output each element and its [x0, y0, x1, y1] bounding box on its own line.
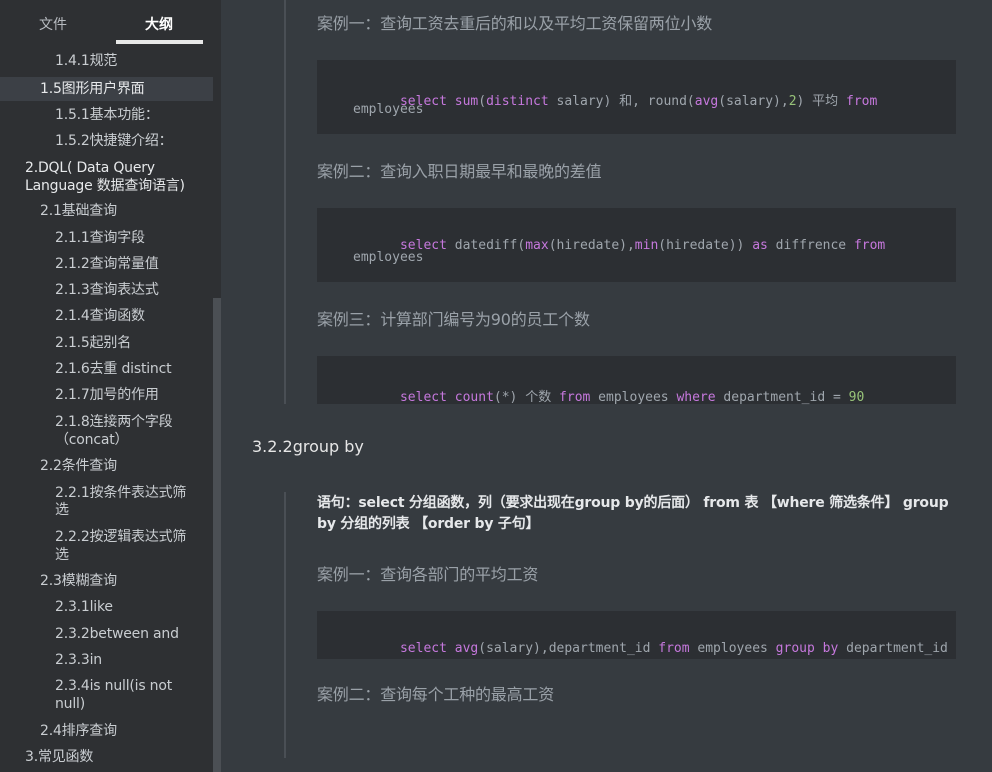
code-token: from	[658, 641, 690, 656]
code-token: distinct	[486, 94, 549, 109]
sidebar-tabs: 文件 大纲	[0, 0, 221, 48]
code-token: employees	[590, 390, 677, 405]
code-token: diffrence	[767, 238, 854, 253]
code-token: (	[478, 94, 487, 109]
code-token: min	[634, 238, 659, 253]
outline-item[interactable]: 1.5.1基本功能：	[55, 106, 159, 124]
code-token: from	[853, 238, 886, 253]
case-title: 案例二：查询每个工种的最高工资	[317, 685, 555, 704]
outline-item[interactable]: 2.3.3in	[55, 651, 102, 669]
outline-item[interactable]: 1.4.1规范	[55, 52, 117, 70]
code-token: from	[846, 94, 878, 109]
outline-item[interactable]: Language 数据查询语言)	[25, 177, 185, 195]
outline-item[interactable]: 2.3.2between and	[55, 625, 179, 643]
tab-outline[interactable]: 大纲	[145, 14, 173, 34]
code-line: employees	[353, 102, 424, 117]
outline-item[interactable]: 2.1基础查询	[40, 202, 117, 220]
outline-item-active[interactable]: 1.5图形用户界面	[40, 80, 145, 98]
case-title: 案例三：计算部门编号为90的员工个数	[317, 310, 590, 329]
code-token: group	[775, 641, 815, 656]
case-title: 案例一：查询工资去重后的和以及平均工资保留两位小数	[317, 14, 713, 33]
code-token: as	[752, 238, 768, 253]
scrollbar-thumb[interactable]	[213, 298, 221, 772]
code-token: by	[822, 641, 839, 656]
document-content: 案例一：查询工资去重后的和以及平均工资保留两位小数 select sum(dis…	[221, 0, 992, 772]
outline-item[interactable]: 2.1.1查询字段	[55, 229, 145, 247]
outline-item[interactable]: 1.5.2快捷键介绍：	[55, 132, 173, 150]
code-block[interactable]: select sum(distinct salary) 和, round(avg…	[317, 60, 956, 134]
code-token: sum	[454, 94, 479, 109]
code-line: employees	[353, 250, 424, 265]
code-token: (*) 个数	[493, 390, 560, 405]
syntax-statement: 语句：select 分组函数，列（要求出现在group by的后面） from …	[317, 495, 949, 532]
outline-item[interactable]: 2.1.2查询常量值	[55, 255, 159, 273]
outline-item[interactable]: 2.1.3查询表达式	[55, 281, 159, 299]
outline-item[interactable]: 选	[55, 501, 69, 519]
outline-item[interactable]: 2.2条件查询	[40, 457, 117, 475]
code-token: employees	[689, 641, 776, 656]
code-block[interactable]: select avg(salary),department_id from em…	[317, 611, 956, 659]
code-token: (hiredate))	[658, 238, 753, 253]
outline-item[interactable]: 2.DQL( Data Query	[25, 159, 155, 177]
code-token: (salary),department_id	[478, 641, 659, 656]
code-token: select	[399, 641, 447, 656]
code-token: department_id =	[715, 390, 849, 405]
outline-item[interactable]: 2.1.8连接两个字段	[55, 413, 173, 431]
code-token: ) 平均	[796, 94, 847, 109]
outline-item[interactable]: 2.3.1like	[55, 598, 113, 616]
outline-item[interactable]: 2.4排序查询	[40, 722, 117, 740]
code-token: avg	[454, 641, 479, 656]
outline-item[interactable]: 2.1.6去重 distinct	[55, 360, 172, 378]
outline-item[interactable]: 选	[55, 546, 69, 564]
section-heading: 3.2.2group by	[252, 437, 364, 456]
blockquote-bar	[284, 0, 286, 404]
code-token: select	[399, 390, 447, 405]
outline-item[interactable]: 2.2.2按逻辑表达式筛	[55, 528, 186, 546]
code-token: datediff(	[446, 238, 526, 253]
outline-item[interactable]: 2.3模糊查询	[40, 572, 117, 590]
outline-item[interactable]: 2.1.5起别名	[55, 334, 131, 352]
outline-item[interactable]: null)	[55, 695, 85, 713]
case-title: 案例二：查询入职日期最早和最晚的差值	[317, 162, 602, 181]
code-token: salary) 和, round(	[548, 94, 695, 109]
code-token: (hiredate),	[548, 238, 635, 253]
code-token: from	[559, 390, 591, 405]
code-token: 90	[848, 390, 865, 405]
active-tab-indicator	[116, 40, 203, 44]
case-title: 案例一：查询各部门的平均工资	[317, 565, 539, 584]
outline-item[interactable]: （concat）	[55, 431, 129, 449]
code-token: max	[525, 238, 549, 253]
outline-item[interactable]: 2.2.1按条件表达式筛	[55, 484, 186, 502]
code-block[interactable]: select datediff(max(hiredate),min(hireda…	[317, 208, 956, 282]
code-token: avg	[694, 94, 719, 109]
code-token: count	[454, 390, 494, 405]
tab-file[interactable]: 文件	[39, 14, 67, 34]
code-block[interactable]: select count(*) 个数 from employees where …	[317, 356, 956, 405]
code-token: where	[676, 390, 716, 405]
code-token: department_id	[838, 641, 948, 656]
outline-item[interactable]: 3.常见函数	[25, 748, 93, 766]
outline-item[interactable]: 2.1.7加号的作用	[55, 386, 159, 404]
blockquote-bar	[284, 492, 286, 758]
outline-item[interactable]: 2.3.4is null(is not	[55, 677, 172, 695]
outline-sidebar: 文件 大纲 1.4.1规范 1.5图形用户界面 1.5.1基本功能： 1.5.2…	[0, 0, 221, 772]
outline-item[interactable]: 2.1.4查询函数	[55, 307, 145, 325]
code-token: (salary),	[718, 94, 789, 109]
code-token: 2	[788, 94, 797, 109]
